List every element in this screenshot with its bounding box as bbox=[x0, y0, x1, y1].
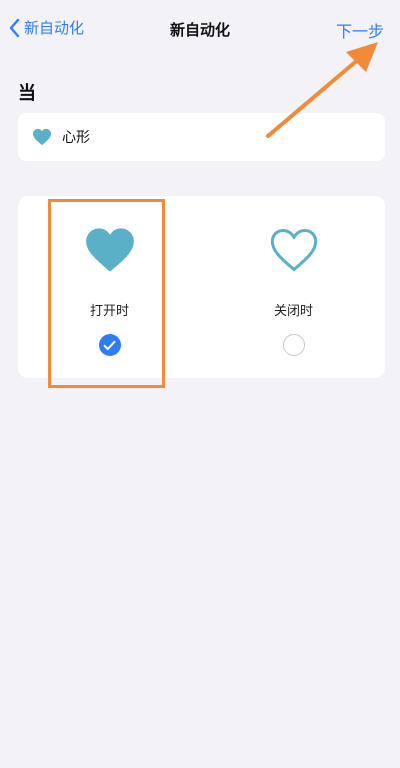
next-button[interactable]: 下一步 bbox=[336, 18, 384, 42]
outline-heart-icon bbox=[268, 226, 320, 278]
option-when-on[interactable]: 打开时 bbox=[18, 196, 201, 378]
navigation-bar: 新自动化 新自动化 下一步 bbox=[0, 0, 400, 60]
options-card: 打开时 关闭时 bbox=[18, 196, 385, 378]
checkmark-icon bbox=[103, 340, 116, 350]
trigger-row[interactable]: 心形 bbox=[18, 113, 385, 161]
radio-selected[interactable] bbox=[98, 334, 121, 356]
when-section-label: 当 bbox=[18, 83, 36, 104]
option-when-off-label: 关闭时 bbox=[273, 304, 313, 319]
radio-unselected[interactable] bbox=[282, 334, 305, 356]
filled-heart-icon bbox=[84, 226, 136, 278]
trigger-label: 心形 bbox=[62, 130, 90, 146]
option-when-off[interactable]: 关闭时 bbox=[202, 196, 385, 378]
heart-icon bbox=[32, 128, 52, 146]
option-when-on-label: 打开时 bbox=[89, 304, 129, 319]
